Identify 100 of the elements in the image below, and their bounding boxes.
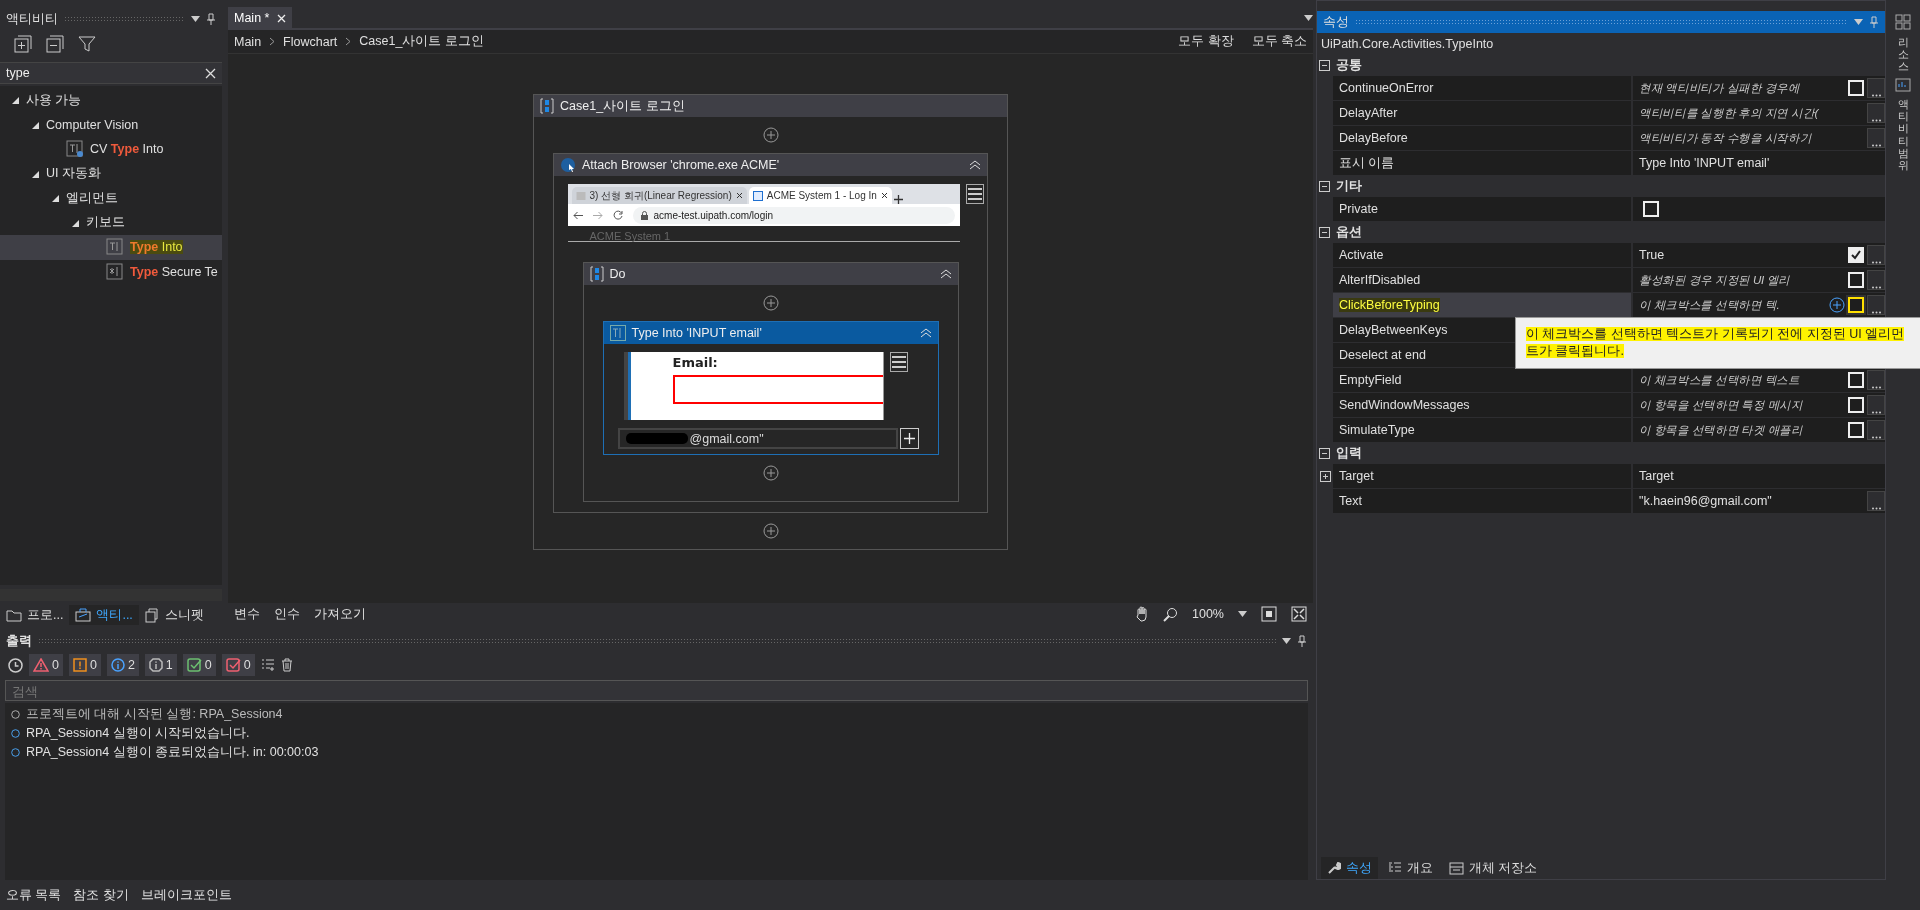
- menu-button[interactable]: [889, 352, 908, 372]
- status-tab[interactable]: 브레이크포인트: [140, 886, 232, 904]
- property-name[interactable]: Target: [1333, 464, 1633, 488]
- info-octagon-icon: [148, 658, 163, 672]
- panel-tab[interactable]: 속성: [1321, 857, 1378, 879]
- breadcrumb-link[interactable]: Main: [234, 34, 262, 49]
- panel-tab[interactable]: 개요: [1382, 857, 1439, 879]
- search-field[interactable]: type: [0, 62, 222, 84]
- ellipsis-button[interactable]: [1867, 103, 1885, 123]
- property-name[interactable]: Private: [1333, 197, 1633, 221]
- menu-button[interactable]: [965, 184, 984, 204]
- sequence-container[interactable]: Case1_사이트 로그인 Attach Browser 'chrome.exe ACME' 3) 선형 회귀(Linear Regression) ACME System 1 - Log In acme-test.uipath.com/login ACME System 1 Do Type Into 'INPUT email' Email: @gmail.com": [533, 94, 1008, 550]
- ellipsis-button[interactable]: [1867, 491, 1885, 511]
- tree-item[interactable]: 엘리먼트: [0, 186, 222, 211]
- more-icon: [1871, 119, 1881, 122]
- filter-button[interactable]: 0: [182, 654, 216, 676]
- activity-title: Case1_사이트 로그인: [560, 97, 685, 115]
- more-icon: [1871, 411, 1881, 414]
- filter-button[interactable]: 1: [144, 654, 177, 676]
- info-icon: [110, 658, 125, 672]
- checkbox[interactable]: [1848, 297, 1864, 313]
- tree-item[interactable]: Computer Vision: [0, 112, 222, 137]
- toolbar-link[interactable]: 모두 축소: [1251, 33, 1307, 50]
- designer-tab[interactable]: 변수: [234, 605, 260, 623]
- checkbox[interactable]: [1848, 247, 1864, 263]
- chevron-icon: [269, 37, 276, 46]
- filter-button[interactable]: 2: [106, 654, 139, 676]
- property-name[interactable]: DelayBefore: [1333, 126, 1633, 150]
- log-line: RPA_Session4 실행이 종료되었습니다. in: 00:00:03: [26, 744, 319, 761]
- sequence-icon: [589, 266, 604, 282]
- filter-button[interactable]: 0: [29, 654, 63, 676]
- secure-text-icon: [106, 262, 124, 281]
- tree-item[interactable]: CV Type Into: [0, 137, 222, 162]
- category-header[interactable]: 입력: [1336, 445, 1362, 462]
- panel-title: 속성: [1323, 13, 1349, 31]
- panel-tab[interactable]: 스니펫: [138, 605, 210, 625]
- property-name[interactable]: DelayAfter: [1333, 101, 1633, 125]
- property-hint: 현재 액티비티가 실패한 경우에: [1638, 80, 1801, 96]
- tree-item[interactable]: Type Into: [0, 235, 222, 260]
- property-name[interactable]: Activate: [1333, 243, 1633, 267]
- panel-tab[interactable]: 프로...: [0, 605, 70, 625]
- property-name[interactable]: 표시 이름: [1333, 151, 1633, 175]
- filter-icon: [78, 35, 96, 53]
- tree-item-label: CV Type Into: [90, 142, 164, 157]
- wrench-icon: [1327, 861, 1341, 875]
- more-icon: [1871, 286, 1881, 289]
- property-name[interactable]: ClickBeforeTyping: [1333, 293, 1633, 317]
- menu-icon: [967, 188, 982, 200]
- panel-tab[interactable]: 액티...: [69, 605, 139, 625]
- property-hint: 액티비티가 동작 수행을 시작하기: [1638, 130, 1813, 146]
- toolbar-link[interactable]: 모두 확장: [1178, 33, 1234, 50]
- briefcase-icon: [75, 608, 92, 622]
- activity-container[interactable]: Attach Browser 'chrome.exe ACME' 3) 선형 회귀(Linear Regression) ACME System 1 - Log In acme-test.uipath.com/login ACME System 1 Do Type Into 'INPUT email' Email: @gmail.com": [553, 153, 988, 513]
- tree-item[interactable]: 사용 가능: [0, 88, 222, 113]
- status-tab[interactable]: 참조 찾기: [73, 886, 129, 904]
- side-tab[interactable]: 리소스: [1897, 36, 1909, 73]
- property-name[interactable]: Text: [1333, 489, 1633, 513]
- breadcrumb-link[interactable]: Flowchart: [283, 34, 338, 49]
- designer-tab[interactable]: 가져오기: [314, 605, 366, 623]
- checkbox[interactable]: [1848, 272, 1864, 288]
- side-tab[interactable]: 액티비티 범위: [1897, 98, 1909, 171]
- checkbox[interactable]: [1848, 372, 1864, 388]
- property-name[interactable]: ContinueOnError: [1333, 76, 1633, 100]
- log-line: 프로젝트에 대해 시작된 실행: RPA_Session4: [26, 706, 283, 723]
- property-name[interactable]: EmptyField: [1333, 368, 1633, 392]
- property-name[interactable]: SimulateType: [1333, 418, 1633, 442]
- checkbox[interactable]: [1848, 422, 1864, 438]
- zoom-level[interactable]: 100%: [1192, 607, 1224, 621]
- designer-tab[interactable]: 인수: [274, 605, 300, 623]
- category-header[interactable]: 옵션: [1336, 224, 1362, 241]
- text-field[interactable]: @gmail.com": [617, 428, 898, 449]
- checkbox[interactable]: [1643, 201, 1659, 217]
- activity-container[interactable]: Do Type Into 'INPUT email' Email: @gmail.com": [582, 262, 959, 502]
- resources-icon: [1895, 14, 1911, 30]
- expand-all-icon: [14, 35, 32, 53]
- checkbox[interactable]: [1848, 80, 1864, 96]
- filter-button[interactable]: 0: [68, 654, 101, 676]
- more-icon: [1871, 507, 1881, 510]
- category-header[interactable]: 기타: [1336, 178, 1362, 195]
- more-icon: [1871, 94, 1881, 97]
- status-tab[interactable]: 오류 목록: [6, 886, 62, 904]
- property-name[interactable]: AlterIfDisabled: [1333, 268, 1633, 292]
- menu-icon: [891, 356, 906, 368]
- tree-item-label: 키보드: [86, 214, 125, 232]
- checkbox[interactable]: [1848, 397, 1864, 413]
- property-hint: 이 체크박스를 선택하면 텍.: [1638, 297, 1781, 313]
- tree-item[interactable]: 키보드: [0, 210, 222, 235]
- ellipsis-button[interactable]: [1867, 128, 1885, 148]
- add-button[interactable]: [899, 428, 919, 449]
- panel-tab[interactable]: 개체 저장소: [1443, 857, 1544, 879]
- document-tab[interactable]: Main *: [228, 7, 293, 29]
- filter-button[interactable]: 0: [221, 654, 255, 676]
- activity-container[interactable]: Type Into 'INPUT email' Email: @gmail.com": [602, 321, 939, 455]
- tree-item[interactable]: UI 자동화: [0, 161, 222, 186]
- category-header[interactable]: 공통: [1336, 57, 1362, 74]
- add-icon: [762, 295, 779, 311]
- breadcrumb-link[interactable]: Case1_사이트 로그인: [359, 33, 484, 50]
- close-icon: [735, 192, 743, 199]
- tree-item[interactable]: Type Secure Te: [0, 259, 222, 284]
- property-name[interactable]: SendWindowMessages: [1333, 393, 1633, 417]
